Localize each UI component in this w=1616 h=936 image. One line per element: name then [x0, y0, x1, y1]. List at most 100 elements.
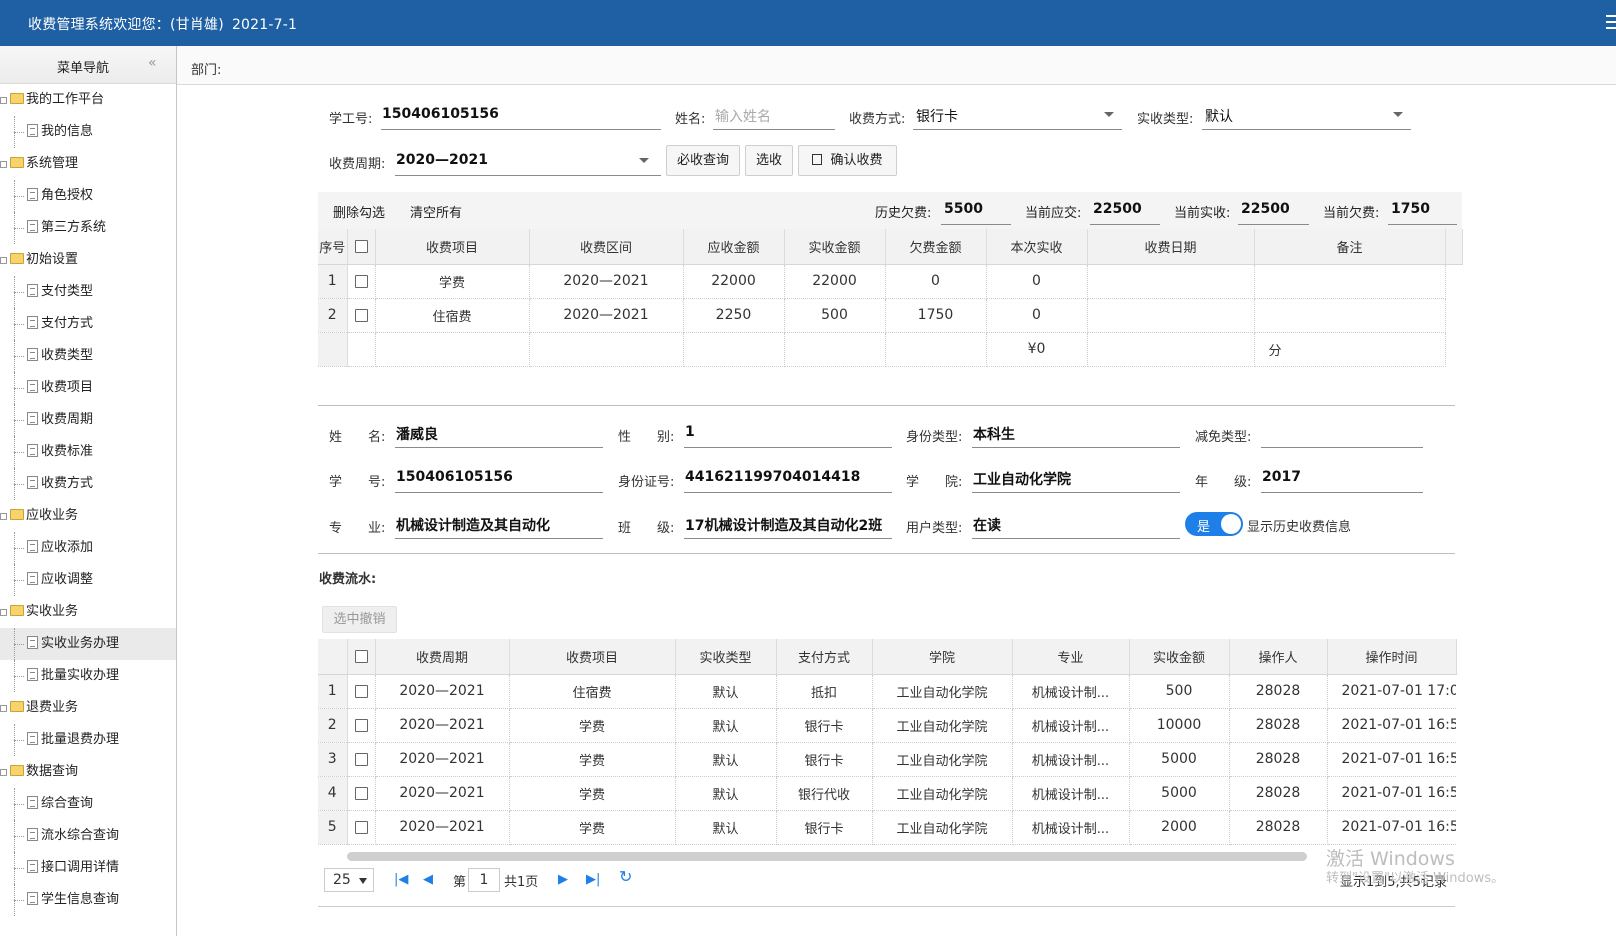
select-button[interactable]: 选收 [745, 145, 793, 176]
tree-toggle-icon[interactable] [0, 769, 7, 776]
receipt-type-select[interactable]: 默认 [1202, 100, 1411, 130]
row-checkbox[interactable] [354, 820, 368, 834]
toggle-label: 是 [1197, 520, 1211, 535]
tree-toggle-icon[interactable] [0, 513, 7, 520]
cell-major: 机械设计制... [1012, 776, 1130, 811]
sidebar-item-label: 初始设置 [26, 252, 79, 267]
menu-icon[interactable] [1606, 15, 1616, 29]
select-all-checkbox[interactable] [354, 649, 368, 663]
sidebar-item[interactable]: 流水综合查询 [0, 820, 176, 852]
cell-note[interactable] [1254, 264, 1446, 299]
revoke-selected-button[interactable]: 选中撤销 [322, 606, 397, 633]
history-owed-label: 历史欠费: [875, 206, 932, 221]
sidebar-item[interactable]: 实收业务 [0, 596, 176, 628]
sidebar-item[interactable]: 我的信息 [0, 116, 176, 148]
refresh-icon[interactable]: ↻ [619, 869, 632, 885]
cell-empty [347, 332, 376, 367]
flow-table-header: 收费周期 收费项目 实收类型 支付方式 学院 专业 实收金额 操作人 操作时间 [318, 639, 1457, 675]
sidebar-item[interactable]: 学生信息查询 [0, 884, 176, 916]
id-type-field: 本科生 [972, 418, 1180, 448]
sidebar-item[interactable]: 第三方系统 [0, 212, 176, 244]
flow-row[interactable]: 5 2020—2021 学费 默认 银行卡 工业自动化学院 机械设计制... 2000 2802… [318, 810, 1456, 845]
page-icon [27, 540, 38, 553]
prev-page-icon[interactable]: ◀ [423, 873, 433, 887]
cell-college: 工业自动化学院 [872, 708, 1013, 743]
tree-line [14, 676, 24, 677]
fee-row[interactable]: 2 住宿费 2020—2021 2250 500 1750 0 [318, 298, 1462, 333]
period-select[interactable]: 2020—2021 [395, 146, 661, 176]
fee-table: 序号 收费项目 收费区间 应收金额 实收金额 欠费金额 本次实收 收费日期 备注… [318, 229, 1463, 367]
sidebar-item[interactable]: 支付方式 [0, 308, 176, 340]
sidebar-item[interactable]: 应收调整 [0, 564, 176, 596]
row-checkbox[interactable] [354, 308, 368, 322]
page-icon [27, 636, 38, 649]
sidebar-item[interactable]: 实收业务办理 [0, 628, 176, 660]
row-checkbox[interactable] [354, 752, 368, 766]
sidebar-item[interactable]: 退费业务 [0, 692, 176, 724]
sidebar-item[interactable]: 收费类型 [0, 340, 176, 372]
sidebar-item-label: 角色授权 [41, 188, 94, 203]
collapse-sidebar-icon[interactable]: « [148, 55, 157, 71]
sidebar-item[interactable]: 应收添加 [0, 532, 176, 564]
required-query-button[interactable]: 必收查询 [666, 145, 740, 176]
last-page-icon[interactable]: ▶| [586, 873, 600, 887]
tree-toggle-icon[interactable] [0, 161, 7, 168]
divider [318, 906, 1455, 907]
cell-now[interactable]: 0 [986, 298, 1088, 333]
sidebar-item[interactable]: 支付类型 [0, 276, 176, 308]
tree-toggle-icon[interactable] [0, 97, 7, 104]
sidebar-item[interactable]: 我的工作平台 [0, 84, 176, 116]
row-checkbox[interactable] [354, 786, 368, 800]
sidebar-item[interactable]: 数据查询 [0, 756, 176, 788]
first-page-icon[interactable]: |◀ [394, 873, 408, 887]
next-page-icon[interactable]: ▶ [558, 873, 568, 887]
idcard-value: 441621199704014418 [685, 469, 861, 485]
cell-time: 2021-07-01 17:07:3 [1327, 674, 1456, 709]
sidebar-item[interactable]: 角色授权 [0, 180, 176, 212]
flow-row[interactable]: 1 2020—2021 住宿费 默认 抵扣 工业自动化学院 机械设计制... 500 28028… [318, 674, 1456, 709]
pay-method-select[interactable]: 银行卡 [913, 100, 1122, 130]
confirm-charge-button[interactable]: 确认收费 [798, 145, 897, 176]
sidebar-item[interactable]: 综合查询 [0, 788, 176, 820]
row-checkbox[interactable] [354, 274, 368, 288]
row-check [347, 742, 376, 777]
sidebar-item[interactable]: 应收业务 [0, 500, 176, 532]
folder-icon [10, 509, 24, 520]
cell-note[interactable] [1254, 298, 1446, 333]
sidebar-item[interactable]: 接口调用详情 [0, 852, 176, 884]
clear-all-button[interactable]: 清空所有 [410, 202, 462, 221]
sidebar-item[interactable]: 系统管理 [0, 148, 176, 180]
sidebar-item[interactable]: 收费方式 [0, 468, 176, 500]
sidebar-item-label: 实收业务办理 [41, 636, 120, 651]
tree-toggle-icon[interactable] [0, 705, 7, 712]
tree-line [14, 356, 24, 357]
tree-toggle-icon[interactable] [0, 257, 7, 264]
sidebar-item[interactable]: 收费标准 [0, 436, 176, 468]
page-size-select[interactable]: 25 [324, 868, 374, 892]
student-id-value: 150406105156 [382, 106, 499, 122]
tree-line [14, 452, 24, 453]
major-value: 机械设计制造及其自动化 [396, 518, 550, 534]
history-toggle[interactable]: 是 [1185, 512, 1243, 536]
page-input[interactable]: 1 [468, 868, 500, 892]
name-input[interactable]: 输入姓名 [713, 100, 835, 130]
row-checkbox[interactable] [354, 684, 368, 698]
sidebar-item[interactable]: 初始设置 [0, 244, 176, 276]
delete-checked-button[interactable]: 删除勾选 [333, 202, 385, 221]
tree-toggle-icon[interactable] [0, 609, 7, 616]
select-all-checkbox[interactable] [354, 239, 368, 253]
flow-row[interactable]: 3 2020—2021 学费 默认 银行卡 工业自动化学院 机械设计制... 5000 2802… [318, 742, 1456, 777]
sidebar-item[interactable]: 批量退费办理 [0, 724, 176, 756]
sidebar-item-label: 收费项目 [41, 380, 94, 395]
sidebar-item[interactable]: 收费项目 [0, 372, 176, 404]
horizontal-scrollbar[interactable] [347, 852, 1307, 861]
sidebar-item[interactable]: 收费周期 [0, 404, 176, 436]
sidebar-item[interactable]: 批量实收办理 [0, 660, 176, 692]
flow-row[interactable]: 2 2020—2021 学费 默认 银行卡 工业自动化学院 机械设计制... 10000 280… [318, 708, 1456, 743]
user-type-label: 用户类型: [906, 521, 963, 536]
cell-now[interactable]: 0 [986, 264, 1088, 299]
student-id-input[interactable]: 150406105156 [381, 100, 661, 130]
fee-row[interactable]: 1 学费 2020—2021 22000 22000 0 0 [318, 264, 1462, 299]
flow-row[interactable]: 4 2020—2021 学费 默认 银行代收 工业自动化学院 机械设计制... 5000 280… [318, 776, 1456, 811]
row-checkbox[interactable] [354, 718, 368, 732]
